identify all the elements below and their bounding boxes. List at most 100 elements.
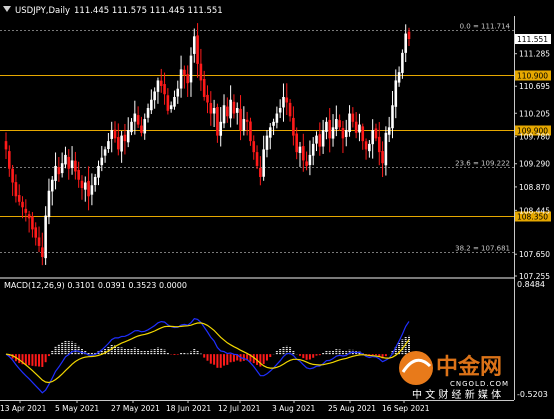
bear-candle-body	[74, 160, 77, 172]
ohlc-values: 111.445 111.575 111.445 111.551	[74, 6, 223, 16]
bull-candle-body	[143, 119, 147, 134]
watermark: 中金网 CNGOLD.COM 中 文 财 经 新 媒 体	[399, 351, 509, 401]
bear-candle-body	[407, 31, 411, 40]
price-tick-label: 110.205	[519, 109, 550, 118]
bear-candle-body	[34, 227, 38, 238]
bull-candle-body	[397, 72, 401, 83]
chart-canvas[interactable]: USDJPY,Daily 111.445 111.575 111.445 111…	[0, 0, 554, 415]
bull-candle-body	[64, 154, 67, 165]
time-tick-label: 18 Jun 2021	[166, 404, 211, 413]
bear-candle-body	[4, 141, 8, 150]
bear-candle-body	[351, 113, 355, 122]
bear-candle-body	[24, 208, 28, 213]
bull-candle-body	[391, 105, 394, 129]
bear-candle-body	[206, 94, 209, 103]
price-tick-label: 109.780	[519, 133, 550, 142]
bear-candle-body	[361, 126, 365, 142]
bear-candle-body	[226, 106, 229, 117]
bull-candle-body	[47, 190, 51, 218]
bear-candle-body	[67, 156, 71, 169]
bull-candle-body	[344, 130, 348, 137]
bull-candle-body	[358, 124, 361, 133]
bear-candle-body	[37, 237, 41, 246]
bear-candle-body	[136, 115, 140, 125]
macd-axis-max-label: 0.8484	[517, 280, 545, 289]
level-price-label: 110.900	[517, 72, 548, 81]
bull-candle-body	[325, 121, 328, 132]
bull-candle-body	[179, 69, 183, 89]
bull-candle-body	[298, 146, 302, 153]
bull-candle-body	[278, 108, 282, 113]
time-tick-label: 5 May 2021	[55, 404, 99, 413]
price-tick-label: 108.870	[519, 183, 550, 192]
bull-candle-body	[394, 80, 398, 107]
bear-candle-body	[196, 35, 199, 64]
bear-candle-body	[364, 141, 368, 150]
bull-candle-body	[262, 149, 265, 177]
macd-title: MACD(12,26,9) 0.3101 0.0391 0.3523 0.000…	[4, 281, 187, 290]
bear-candle-body	[328, 119, 332, 139]
bull-candle-body	[90, 185, 94, 195]
price-tick-label: 109.290	[519, 160, 550, 169]
bear-candle-body	[140, 125, 143, 133]
bear-candle-body	[292, 117, 295, 136]
bull-candle-body	[219, 121, 223, 136]
bull-candle-body	[150, 99, 153, 111]
bear-candle-body	[163, 84, 166, 95]
bear-candle-body	[295, 133, 298, 153]
bear-candle-body	[259, 167, 262, 177]
bull-candle-body	[133, 113, 137, 122]
price-tick-label: 108.445	[519, 206, 550, 215]
bull-candle-body	[44, 215, 47, 259]
bear-candle-body	[381, 151, 384, 164]
bull-candle-body	[229, 99, 232, 119]
logo-tagline: 中 文 财 经 新 媒 体	[412, 388, 501, 401]
bull-candle-body	[235, 108, 239, 113]
bull-candle-body	[268, 127, 272, 138]
bear-candle-body	[209, 102, 213, 114]
bear-candle-body	[288, 102, 292, 117]
bull-candle-body	[70, 160, 74, 169]
bull-candle-body	[103, 149, 107, 156]
bull-candle-body	[93, 176, 97, 186]
bull-candle-body	[50, 179, 54, 192]
bear-candle-body	[318, 134, 322, 147]
bull-candle-body	[176, 88, 180, 97]
bull-candle-body	[384, 132, 388, 166]
bull-candle-body	[321, 130, 325, 147]
current-price-label: 111.551	[517, 35, 548, 44]
bear-candle-body	[8, 151, 11, 169]
bull-candle-body	[54, 165, 57, 181]
panel-separator[interactable]	[0, 277, 514, 279]
bull-candle-body	[272, 121, 275, 126]
logo-url: CNGOLD.COM	[450, 380, 509, 388]
bull-candle-body	[335, 119, 338, 130]
bear-candle-body	[245, 119, 249, 122]
bull-candle-body	[371, 130, 374, 145]
bull-candle-body	[83, 182, 87, 190]
bear-candle-body	[301, 146, 305, 161]
bull-candle-body	[368, 143, 371, 152]
bear-candle-body	[11, 168, 14, 183]
bear-candle-body	[21, 201, 24, 208]
bull-candle-body	[153, 91, 156, 101]
time-tick-label: 16 Sep 2021	[382, 404, 430, 413]
bull-candle-body	[308, 154, 312, 166]
bear-candle-body	[57, 167, 61, 175]
macd-axis-min-label: -0.5203	[517, 390, 548, 399]
bear-candle-body	[232, 101, 236, 114]
bear-candle-body	[17, 195, 21, 202]
bear-candle-body	[239, 108, 242, 131]
bull-candle-body	[60, 163, 64, 174]
bull-candle-body	[97, 165, 100, 178]
bull-candle-body	[275, 113, 279, 123]
bull-candle-body	[100, 157, 104, 166]
bull-candle-body	[222, 105, 226, 124]
bear-candle-body	[252, 141, 256, 153]
fib-level-label: 23.6 = 109.222	[455, 160, 510, 168]
time-tick-label: 3 Aug 2021	[272, 404, 315, 413]
bear-candle-body	[31, 216, 34, 230]
bear-candle-body	[183, 69, 186, 75]
bear-candle-body	[117, 137, 120, 150]
bull-candle-body	[107, 141, 110, 150]
